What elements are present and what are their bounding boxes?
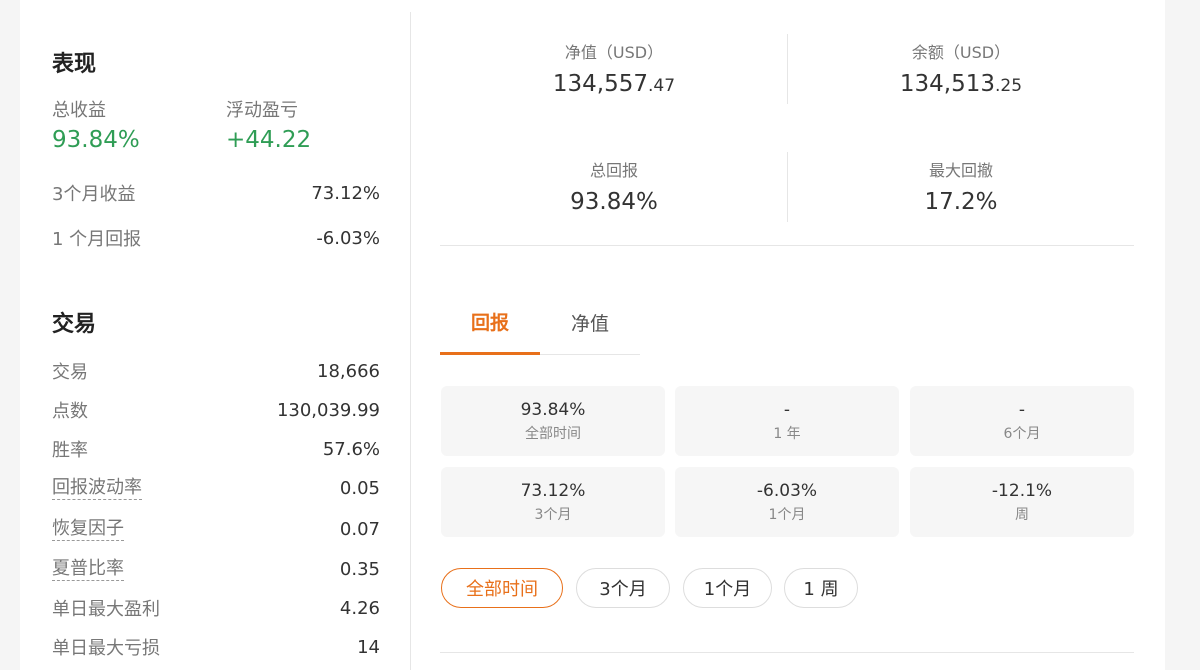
stat-row: 单日最大盈利 4.26 bbox=[52, 594, 380, 622]
floating-pnl-value: +44.22 bbox=[226, 127, 312, 153]
max-drawdown-value: 17.2% bbox=[924, 189, 998, 215]
return-volatility-tooltip-label[interactable]: 回报波动率 bbox=[52, 477, 142, 500]
return-value: - bbox=[783, 399, 791, 420]
max-drawdown-stat: 最大回撤 17.2% bbox=[788, 157, 1134, 215]
return-value: 93.84% bbox=[520, 399, 586, 420]
return-period-card: 73.12% 3个月 bbox=[441, 467, 665, 537]
return-period-card: -6.03% 1个月 bbox=[675, 467, 899, 537]
stat-row: 胜率 57.6% bbox=[52, 435, 380, 463]
balance-label: 余额（USD） bbox=[911, 43, 1011, 62]
total-return-value: 93.84% bbox=[52, 127, 140, 153]
return-period: 6个月 bbox=[1003, 425, 1041, 442]
stat-label: 点数 bbox=[52, 401, 88, 422]
range-3-months-button[interactable]: 3个月 bbox=[576, 568, 670, 608]
stat-label: 单日最大盈利 bbox=[52, 599, 160, 620]
return-value: -12.1% bbox=[991, 480, 1053, 501]
return-value: 73.12% bbox=[520, 480, 586, 501]
total-return-stat-label: 总回报 bbox=[589, 161, 638, 180]
total-return-label: 总收益 bbox=[52, 100, 106, 121]
total-return-stat-value: 93.84% bbox=[570, 189, 658, 215]
sharpe-ratio-tooltip-label[interactable]: 夏普比率 bbox=[52, 558, 124, 581]
stat-row: 回报波动率 0.05 bbox=[52, 474, 380, 502]
stat-label: 胜率 bbox=[52, 440, 88, 461]
stat-row: 点数 130,039.99 bbox=[52, 396, 380, 424]
return-value: - bbox=[1018, 399, 1026, 420]
chart-top-divider bbox=[440, 652, 1134, 653]
range-1-month-button[interactable]: 1个月 bbox=[683, 568, 772, 608]
stat-value: 130,039.99 bbox=[276, 399, 380, 421]
return-period: 1 年 bbox=[773, 425, 801, 442]
tab-net-value[interactable]: 净值 bbox=[540, 290, 640, 354]
return-period-card: - 6个月 bbox=[910, 386, 1134, 456]
stat-row: 3个月收益 73.12% bbox=[52, 179, 380, 207]
stat-value: 14 bbox=[357, 636, 380, 658]
stat-value: 0.05 bbox=[339, 477, 380, 499]
floating-pnl-label: 浮动盈亏 bbox=[226, 100, 298, 121]
range-all-time-button[interactable]: 全部时间 bbox=[441, 568, 563, 608]
stat-label: 单日最大亏损 bbox=[52, 638, 160, 659]
stat-row: 单日最大亏损 14 bbox=[52, 633, 380, 661]
net-value-amount: 134,557.47 bbox=[552, 71, 676, 97]
net-value-stat: 净值（USD） 134,557.47 bbox=[441, 39, 787, 97]
max-drawdown-label: 最大回撤 bbox=[928, 161, 993, 180]
return-period: 全部时间 bbox=[525, 425, 581, 442]
stat-row: 夏普比率 0.35 bbox=[52, 555, 380, 583]
tab-returns[interactable]: 回报 bbox=[440, 290, 540, 355]
stat-value: 4.26 bbox=[339, 597, 380, 619]
stat-value: -6.03% bbox=[316, 227, 380, 249]
stat-label: 交易 bbox=[52, 362, 88, 383]
return-period: 1个月 bbox=[768, 506, 806, 523]
balance-amount: 134,513.25 bbox=[899, 71, 1023, 97]
panel-divider bbox=[410, 12, 411, 670]
stat-label: 3个月收益 bbox=[52, 184, 136, 205]
section-divider bbox=[440, 245, 1134, 246]
stat-value: 0.35 bbox=[339, 558, 380, 580]
performance-title: 表现 bbox=[52, 52, 97, 77]
stat-value: 57.6% bbox=[322, 438, 380, 460]
trading-title: 交易 bbox=[52, 312, 97, 337]
return-period: 周 bbox=[1015, 506, 1029, 523]
stat-value: 73.12% bbox=[311, 182, 380, 204]
return-period-card: -12.1% 周 bbox=[910, 467, 1134, 537]
stat-label: 1 个月回报 bbox=[52, 229, 142, 250]
chart-tabs: 回报 净值 bbox=[440, 290, 640, 355]
recovery-factor-tooltip-label[interactable]: 恢复因子 bbox=[52, 518, 124, 541]
net-value-label: 净值（USD） bbox=[564, 43, 664, 62]
stat-row: 交易 18,666 bbox=[52, 357, 380, 385]
balance-stat: 余额（USD） 134,513.25 bbox=[788, 39, 1134, 97]
return-period-card: - 1 年 bbox=[675, 386, 899, 456]
return-period: 3个月 bbox=[534, 506, 572, 523]
range-1-week-button[interactable]: 1 周 bbox=[784, 568, 858, 608]
stat-value: 0.07 bbox=[339, 518, 380, 540]
stat-row: 1 个月回报 -6.03% bbox=[52, 224, 380, 252]
stat-value: 18,666 bbox=[317, 360, 380, 382]
return-period-card: 93.84% 全部时间 bbox=[441, 386, 665, 456]
total-return-stat: 总回报 93.84% bbox=[441, 157, 787, 215]
return-value: -6.03% bbox=[756, 480, 818, 501]
stat-row: 恢复因子 0.07 bbox=[52, 515, 380, 543]
